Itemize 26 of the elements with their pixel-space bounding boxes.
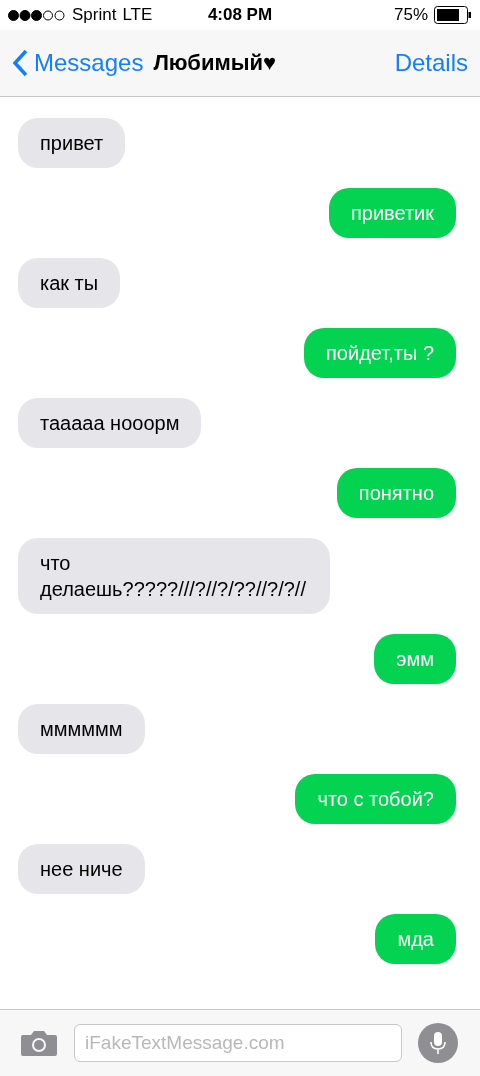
signal-icon <box>8 9 66 21</box>
sent-message: приветик <box>328 188 456 238</box>
sent-message: пойдет,ты ? <box>304 328 456 378</box>
contact-name: Любимый♥ <box>153 50 277 76</box>
message-field[interactable]: iFakeTextMessage.com <box>74 1024 402 1062</box>
sent-message: эмм <box>374 634 456 684</box>
carrier-name: Sprint <box>72 5 117 25</box>
sent-message: мда <box>375 914 456 964</box>
received-message: что делаешь?????///?//?/??//?/?// <box>18 538 330 614</box>
microphone-button[interactable] <box>418 1023 458 1063</box>
received-message: мммммм <box>18 704 145 754</box>
received-message: как ты <box>18 258 121 308</box>
sent-message: что с тобой? <box>295 774 456 824</box>
received-message: нее ниче <box>18 844 145 894</box>
camera-icon[interactable] <box>20 1029 58 1057</box>
network-type: LTE <box>122 5 153 25</box>
back-button[interactable]: Messages <box>12 49 144 77</box>
battery-percent: 75% <box>393 5 428 25</box>
clock: 4:08 PM <box>207 5 273 24</box>
battery-icon <box>434 6 472 24</box>
microphone-icon <box>430 1031 446 1055</box>
sent-message: понятно <box>336 468 456 518</box>
back-icon <box>12 49 28 77</box>
details-link[interactable]: Details <box>394 49 468 77</box>
received-message: тааааа нооорм <box>18 398 202 448</box>
received-message: привет <box>18 118 126 168</box>
